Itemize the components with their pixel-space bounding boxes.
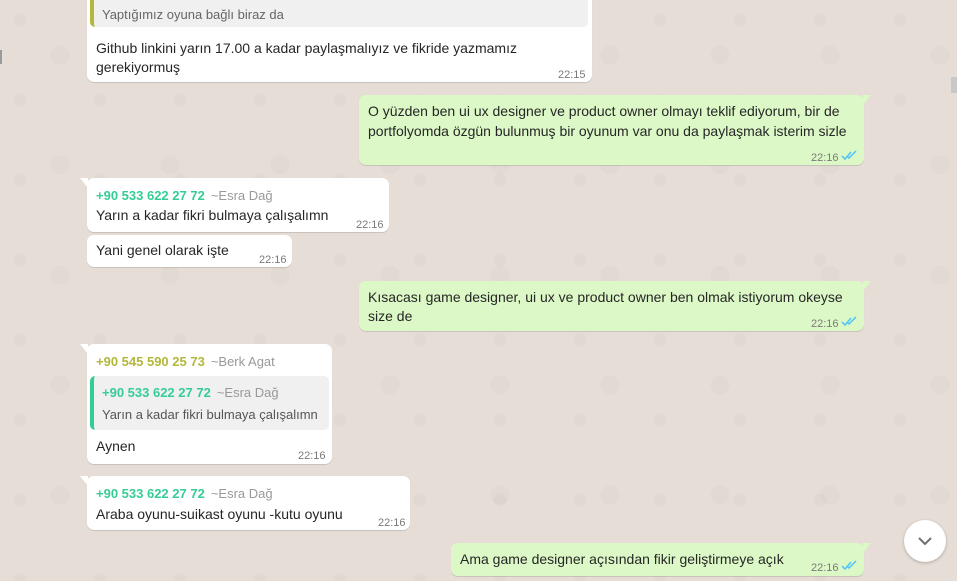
quoted-message[interactable]: Yaptığımız oyuna bağlı biraz da [90,0,588,27]
double-check-icon [841,150,857,161]
message-time: 22:16 [378,517,406,529]
scrollbar-thumb[interactable] [951,77,957,93]
message-text: Kısacası game designer, ui ux ve product… [368,289,843,305]
message-text: portfolyomda özgün bulunmuş bir oyunum v… [368,123,847,139]
message-bubble-incoming[interactable]: +90 545 590 25 73 ~Berk Agat +90 533 622 … [80,344,332,464]
message-bubble-incoming[interactable]: Yaptığımız oyuna bağlı biraz da Github l… [87,0,592,82]
message-time: 22:16 [298,450,326,462]
quoted-sender-phone: +90 533 622 27 72 [102,385,211,400]
message-time: 22:16 [811,562,839,574]
panel-divider [0,50,2,64]
scrollbar[interactable] [949,0,957,581]
message-time: 22:16 [259,254,287,266]
sender-phone[interactable]: +90 533 622 27 72 [96,188,205,203]
message-text: gerekiyormuş [96,59,181,75]
message-bubble-incoming[interactable]: Yani genel olarak işte 22:16 [87,235,292,267]
double-check-icon [841,560,857,571]
sender-name: ~Esra Dağ [210,188,273,203]
message-time: 22:16 [356,219,384,231]
message-text: Yani genel olarak işte [96,242,229,258]
quoted-message[interactable]: +90 533 622 27 72 ~Esra Dağ Yarın a kadar… [90,376,329,430]
sender-line: +90 533 622 27 72 ~Esra Dağ [96,186,273,205]
message-bubble-incoming[interactable]: +90 533 622 27 72 ~Esra Dağ Yarın a kadar… [80,178,389,232]
message-bubble-outgoing[interactable]: Ama game designer açısından fikir gelişt… [451,543,871,576]
message-text: O yüzden ben ui ux designer ve product o… [368,103,840,119]
message-text: Araba oyunu-suikast oyunu -kutu oyunu [96,506,343,522]
message-time: 22:15 [558,69,586,81]
quoted-sender-name: ~Esra Dağ [216,385,279,400]
message-text: Aynen [96,438,136,454]
message-text: Ama game designer açısından fikir gelişt… [460,551,784,567]
sender-line: +90 533 622 27 72 ~Esra Dağ [96,484,273,503]
sender-line: +90 545 590 25 73 ~Berk Agat [96,352,275,371]
message-time: 22:16 [811,152,839,164]
quoted-message-text: Yaptığımız oyuna bağlı biraz da [102,7,284,22]
sender-phone[interactable]: +90 545 590 25 73 [96,354,205,369]
message-time: 22:16 [811,318,839,330]
message-bubble-incoming[interactable]: +90 533 622 27 72 ~Esra Dağ Araba oyunu-s… [80,476,410,530]
sender-name: ~Berk Agat [210,354,275,369]
quoted-message-text: Yarın a kadar fikri bulmaya çalışalımn [102,407,318,422]
message-text: Github linkini yarın 17.00 a kadar payla… [96,40,517,56]
quoted-sender: +90 533 622 27 72 ~Esra Dağ [102,383,279,402]
sender-phone[interactable]: +90 533 622 27 72 [96,486,205,501]
message-bubble-outgoing[interactable]: O yüzden ben ui ux designer ve product o… [359,95,871,165]
chevron-down-icon [918,537,932,546]
scroll-to-bottom-button[interactable] [904,520,946,562]
sender-name: ~Esra Dağ [210,486,273,501]
double-check-icon [841,316,857,327]
message-text: size de [368,308,413,324]
message-bubble-outgoing[interactable]: Kısacası game designer, ui ux ve product… [359,281,871,331]
message-text: Yarın a kadar fikri bulmaya çalışalımn [96,207,329,223]
